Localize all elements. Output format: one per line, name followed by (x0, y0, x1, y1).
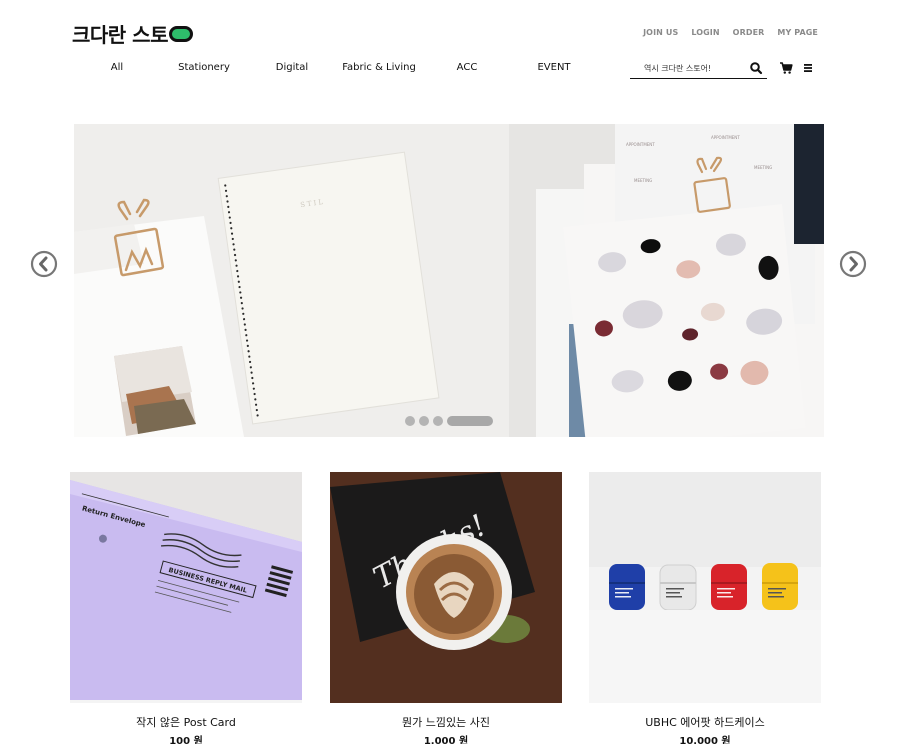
card-word-3: MEETING (634, 178, 652, 183)
airpods-cases-image (589, 472, 821, 703)
envelope-image: Return Envelope BUSINESS REPLY MAIL (70, 472, 302, 703)
login-link[interactable]: LOGIN (691, 28, 719, 37)
card-word-4: MEETING (754, 165, 772, 170)
slider-dot-2[interactable] (419, 416, 429, 426)
my-page-link[interactable]: MY PAGE (777, 28, 818, 37)
slider-dots (405, 416, 493, 426)
product-price: 10,000 원 (679, 736, 731, 744)
product-card[interactable]: Return Envelope BUSINESS REPLY MAIL 작지 않… (70, 472, 302, 744)
coffee-image: Thanks! (330, 472, 562, 703)
nav-fabric-living[interactable]: Fabric & Living (342, 62, 416, 73)
nav-digital[interactable]: Digital (276, 62, 308, 73)
order-link[interactable]: ORDER (733, 28, 765, 37)
store-logo[interactable]: 크다란 스토 (72, 20, 193, 47)
search-icon[interactable] (749, 61, 763, 75)
product-name[interactable]: 뭔가 느낌있는 사진 (330, 714, 562, 730)
hero-stationery-image: STIL APPOINTMENT APPOINTMENT MEETING MEE… (74, 124, 824, 437)
hero-banner[interactable]: STIL APPOINTMENT APPOINTMENT MEETING MEE… (74, 124, 824, 437)
slider-dot-1[interactable] (405, 416, 415, 426)
product-image-coffee[interactable]: Thanks! (330, 472, 562, 703)
slider-prev-icon[interactable] (30, 250, 58, 278)
product-card[interactable]: UBHC 에어팟 하드케이스 10,000 원 (589, 472, 821, 744)
product-price: 100 원 (169, 736, 203, 744)
menu-icon[interactable] (801, 61, 815, 75)
search-box (630, 58, 767, 79)
product-image-airpods[interactable] (589, 472, 821, 703)
product-price: 1,000 원 (423, 736, 469, 744)
account-links: JOIN US LOGIN ORDER MY PAGE (643, 28, 818, 37)
logo-pill-icon (168, 26, 193, 42)
logo-text: 크다란 스토 (72, 22, 168, 47)
nav-stationery[interactable]: Stationery (178, 62, 230, 73)
slider-next-icon[interactable] (839, 250, 867, 278)
nav-all[interactable]: All (111, 62, 123, 73)
join-us-link[interactable]: JOIN US (643, 28, 678, 37)
product-name[interactable]: 작지 않은 Post Card (70, 714, 302, 730)
card-word-2: APPOINTMENT (711, 135, 740, 140)
nav-acc[interactable]: ACC (457, 62, 478, 73)
slider-dot-4[interactable] (447, 416, 493, 426)
card-word-1: APPOINTMENT (626, 142, 655, 147)
cart-icon[interactable] (779, 61, 793, 75)
search-input[interactable] (630, 58, 740, 79)
nav-event[interactable]: EVENT (537, 62, 570, 73)
product-image-envelope[interactable]: Return Envelope BUSINESS REPLY MAIL (70, 472, 302, 703)
product-card[interactable]: Thanks! 뭔가 느낌있는 사진 1,000 원 (330, 472, 562, 744)
product-name[interactable]: UBHC 에어팟 하드케이스 (589, 714, 821, 730)
slider-dot-3[interactable] (433, 416, 443, 426)
